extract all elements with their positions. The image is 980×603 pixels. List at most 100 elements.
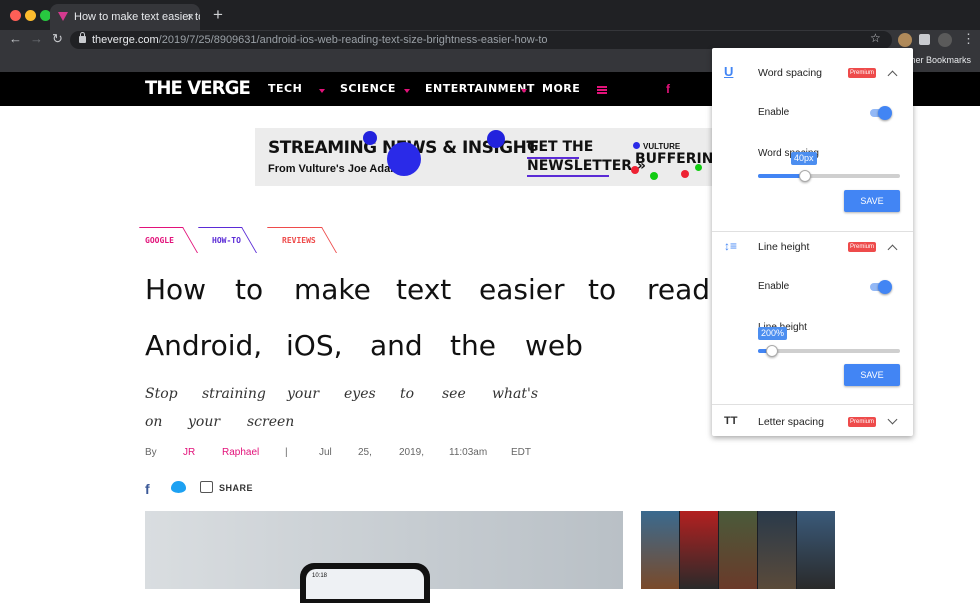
browser-tabstrip: How to make text easier to rea × + bbox=[0, 0, 980, 30]
tag-google[interactable]: GOOGLE bbox=[145, 236, 174, 245]
browser-toolbar: ← → ↻ theverge.com/2019/7/25/8909631/and… bbox=[0, 30, 980, 50]
new-tab-button[interactable]: + bbox=[213, 5, 223, 25]
save-word-spacing-button[interactable]: SAVE bbox=[844, 190, 900, 212]
chevron-down-icon[interactable] bbox=[887, 414, 898, 425]
address-bar[interactable]: theverge.com/2019/7/25/8909631/android-i… bbox=[70, 31, 892, 49]
date-part: 2019, bbox=[399, 447, 425, 458]
browser-tab[interactable]: How to make text easier to rea × bbox=[50, 4, 200, 30]
profile-avatar-icon[interactable] bbox=[938, 33, 952, 47]
back-button[interactable]: ← bbox=[9, 30, 22, 48]
ad-dot-decoration bbox=[681, 170, 689, 178]
subtitle-word: eyes bbox=[344, 386, 376, 402]
reload-button[interactable]: ↻ bbox=[52, 30, 63, 48]
bookmark-star-icon[interactable]: ☆ bbox=[870, 31, 881, 45]
title-word: text bbox=[396, 273, 452, 306]
forward-button[interactable]: → bbox=[30, 30, 43, 48]
share-label[interactable]: SHARE bbox=[219, 483, 253, 493]
toggle-knob bbox=[878, 106, 892, 120]
subtitle-word: see bbox=[442, 386, 466, 402]
verge-logo[interactable]: THE VERGE bbox=[145, 77, 251, 99]
twitter-share-icon[interactable] bbox=[171, 481, 186, 493]
slider-value-tooltip: 200% bbox=[758, 327, 788, 340]
poster-thumbnail bbox=[758, 511, 796, 589]
title-word: easier bbox=[479, 273, 565, 306]
chevron-down-icon bbox=[404, 89, 410, 93]
ad-dot-decoration bbox=[695, 164, 702, 171]
word-spacing-toggle[interactable] bbox=[870, 106, 892, 120]
poster-thumbnail bbox=[797, 511, 835, 589]
chevron-up-icon[interactable] bbox=[887, 70, 898, 81]
ad-dot-decoration bbox=[650, 172, 658, 180]
chevron-down-icon bbox=[521, 89, 527, 93]
extension-popup: U Word spacing Premium Enable Word spaci… bbox=[712, 48, 913, 436]
share-icon[interactable] bbox=[200, 481, 213, 493]
ad-dot-decoration bbox=[487, 130, 505, 148]
section-title-letter-spacing[interactable]: Letter spacing bbox=[758, 416, 824, 428]
chevron-down-icon bbox=[319, 89, 325, 93]
verge-favicon-icon bbox=[58, 12, 68, 21]
divider bbox=[712, 404, 913, 405]
other-bookmarks-label[interactable]: ther Bookmarks bbox=[908, 55, 971, 65]
save-line-height-button[interactable]: SAVE bbox=[844, 364, 900, 386]
nav-more[interactable]: MORE bbox=[542, 82, 580, 95]
nav-tech[interactable]: TECH bbox=[268, 82, 302, 95]
subtitle-word: straining bbox=[202, 386, 266, 402]
word-spacing-slider[interactable]: 40px bbox=[758, 152, 900, 182]
nav-entertainment[interactable]: ENTERTAINMENT bbox=[425, 82, 535, 95]
tab-close-icon[interactable]: × bbox=[187, 4, 194, 30]
ad-banner[interactable]: STREAMING NEWS & INSIGHT From Vulture's … bbox=[255, 128, 715, 186]
author-link[interactable]: Raphael bbox=[222, 447, 259, 458]
facebook-icon[interactable]: f bbox=[666, 82, 670, 96]
title-word: web bbox=[525, 329, 583, 362]
ad-underline bbox=[527, 157, 579, 159]
close-window-button[interactable] bbox=[10, 10, 21, 21]
date-part: EDT bbox=[511, 447, 531, 458]
slider-thumb[interactable] bbox=[766, 345, 778, 357]
facebook-share-icon[interactable]: f bbox=[145, 481, 150, 497]
section-title-word-spacing[interactable]: Word spacing bbox=[758, 67, 822, 79]
byline-by: By bbox=[145, 447, 157, 458]
title-word: make bbox=[294, 273, 371, 306]
ad-cta-line2: NEWSLETTER » bbox=[527, 158, 646, 174]
subtitle-word: your bbox=[287, 386, 320, 402]
enable-label: Enable bbox=[758, 281, 790, 292]
subtitle-word: Stop bbox=[145, 386, 178, 402]
subtitle-word: to bbox=[400, 386, 415, 402]
line-height-toggle[interactable] bbox=[870, 280, 892, 294]
line-height-slider[interactable]: 200% bbox=[758, 327, 900, 357]
author-link[interactable]: JR bbox=[183, 447, 195, 458]
url-path: /2019/7/25/8909631/android-ios-web-readi… bbox=[158, 34, 548, 46]
title-word: How bbox=[145, 273, 207, 306]
extensions-puzzle-icon[interactable] bbox=[919, 34, 930, 45]
extension-avatar-icon[interactable] bbox=[898, 33, 912, 47]
nav-science[interactable]: SCIENCE bbox=[340, 82, 396, 95]
date-part: Jul bbox=[319, 447, 332, 458]
chevron-up-icon[interactable] bbox=[887, 244, 898, 255]
ad-dot-decoration bbox=[387, 142, 421, 176]
toggle-knob bbox=[878, 280, 892, 294]
byline-separator: | bbox=[285, 447, 288, 458]
slider-thumb[interactable] bbox=[799, 170, 811, 182]
poster-thumbnail bbox=[641, 511, 679, 589]
enable-label: Enable bbox=[758, 107, 790, 118]
minimize-window-button[interactable] bbox=[25, 10, 36, 21]
title-word: iOS, bbox=[286, 329, 343, 362]
ad-dot-decoration bbox=[631, 166, 639, 174]
section-title-line-height[interactable]: Line height bbox=[758, 241, 809, 253]
tab-title: How to make text easier to rea bbox=[74, 11, 200, 23]
tag-reviews[interactable]: REVIEWS bbox=[282, 236, 316, 245]
lock-icon bbox=[79, 32, 86, 43]
ad-cta-line1: GET THE bbox=[527, 139, 594, 155]
title-word: to bbox=[588, 273, 617, 306]
premium-badge: Premium bbox=[848, 242, 876, 252]
tag-how-to[interactable]: HOW-TO bbox=[212, 236, 241, 245]
hamburger-menu-icon[interactable] bbox=[597, 86, 607, 94]
browser-menu-button[interactable]: ⋮ bbox=[962, 30, 975, 48]
ad-dot-decoration bbox=[363, 131, 377, 145]
underline-icon: U bbox=[724, 64, 734, 79]
subtitle-word: your bbox=[188, 414, 221, 430]
date-part: 25, bbox=[358, 447, 372, 458]
side-ad-image[interactable] bbox=[641, 511, 835, 589]
ad-dot-decoration bbox=[633, 142, 640, 149]
letter-spacing-icon: TT bbox=[724, 415, 738, 427]
